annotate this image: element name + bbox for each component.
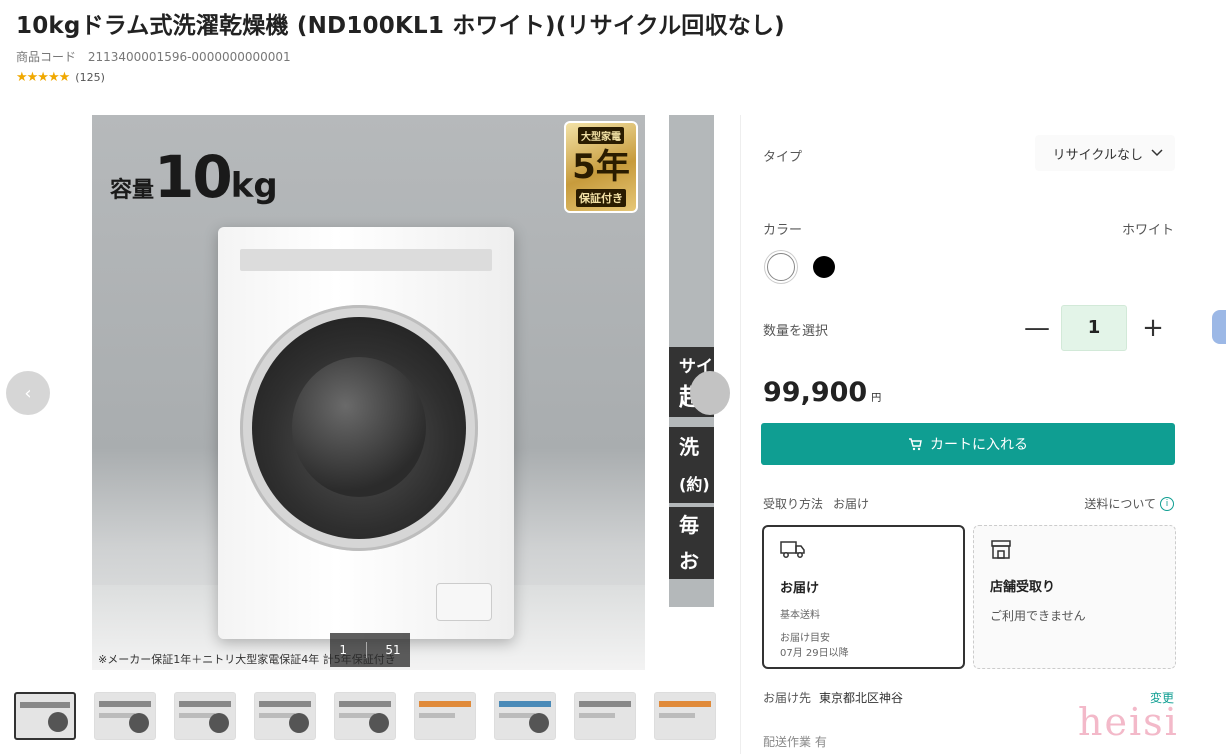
type-label: タイプ (763, 150, 803, 165)
next-product-image-peek[interactable]: サイ 超 洗 (約) 毎回 お (669, 115, 714, 607)
receive-method: 受取り方法 お届け (763, 495, 869, 512)
destination-address: 東京都北区神谷 (819, 691, 904, 705)
color-label: カラー (763, 223, 803, 238)
type-select-value: リサイクルなし (1052, 147, 1143, 163)
thumbnail-7[interactable] (494, 692, 556, 740)
product-code-value: 2113400001596-0000000000001 (87, 50, 291, 64)
thumbnail-strip (14, 692, 716, 740)
thumbnail-1[interactable] (14, 692, 76, 740)
price: 99,900 円 (763, 377, 881, 408)
destination-label: お届け先 (763, 691, 812, 705)
info-icon: i (1160, 496, 1174, 511)
add-to-cart-label: カートに入れる (930, 437, 1028, 453)
quantity-decrease-button[interactable]: — (1019, 305, 1055, 351)
chevron-left-icon: ‹ (24, 382, 32, 404)
color-swatch-black[interactable] (813, 256, 835, 278)
prev-image-button[interactable]: ‹ (6, 371, 50, 415)
quantity-input[interactable]: 1 (1061, 305, 1127, 351)
control-panel (240, 249, 492, 271)
filter-cover (436, 583, 492, 621)
delivery-work-text: 配送作業 有 (763, 735, 827, 749)
store-pickup-status: ご利用できません (990, 609, 1086, 623)
chevron-down-icon (1151, 149, 1163, 157)
drum-glass (292, 357, 426, 497)
thumbnail-4[interactable] (254, 692, 316, 740)
drum-window (252, 317, 466, 539)
type-select[interactable]: リサイクルなし (1035, 135, 1175, 171)
star-rating-icon: ★★★★★ (16, 70, 70, 85)
product-code: 商品コード 2113400001596-0000000000001 (16, 48, 291, 65)
store-icon (990, 538, 1159, 562)
main-product-image[interactable]: 容量10kg 大型家電 5年 保証付き ※メーカー保証1年＋ニトリ大型家電保証4… (92, 115, 645, 670)
delivery-option-title: お届け (780, 581, 820, 596)
capacity-unit: kg (230, 166, 278, 206)
side-text-6: お (669, 543, 714, 579)
shipping-info-label: 送料について (1084, 497, 1156, 511)
side-text-3: 洗 (669, 427, 714, 467)
color-swatch-white[interactable] (767, 253, 795, 281)
product-title: 10kgドラム式洗濯乾燥機 (ND100KL1 ホワイト)(リサイクル回収なし) (16, 13, 785, 39)
thumbnail-8[interactable] (574, 692, 636, 740)
thumbnail-6[interactable] (414, 692, 476, 740)
price-currency: 円 (871, 393, 882, 404)
store-pickup-title: 店舗受取り (990, 580, 1056, 595)
rating[interactable]: ★★★★★ (125) (16, 70, 105, 85)
delivery-option-card[interactable]: お届け 基本送料 お届け目安 07月 29日以降 (762, 525, 965, 669)
warranty-badge: 大型家電 5年 保証付き (564, 121, 638, 213)
counter-divider (365, 642, 367, 658)
watermark-text: heisi (1078, 700, 1179, 744)
delivery-destination: お届け先 東京都北区神谷 (763, 689, 903, 706)
drum-door (240, 305, 478, 551)
purchase-panel: タイプ リサイクルなし カラー ホワイト 数量を選択 — 1 + 99,900 円… (740, 115, 1210, 754)
add-to-cart-button[interactable]: カートに入れる (761, 423, 1175, 465)
quantity-increase-button[interactable]: + (1135, 305, 1171, 351)
cart-icon (909, 437, 922, 450)
washing-machine-illustration (218, 227, 514, 639)
store-pickup-card: 店舗受取り ご利用できません (973, 525, 1176, 669)
thumbnail-3[interactable] (174, 692, 236, 740)
capacity-label: 容量 (110, 178, 155, 203)
delivery-option-eta: お届け目安 07月 29日以降 (780, 631, 947, 661)
delivery-eta-date: 07月 29日以降 (780, 648, 849, 659)
warranty-year: 5年 (572, 146, 630, 187)
image-counter: 1 51 (330, 633, 410, 667)
color-value: ホワイト (1121, 223, 1174, 238)
delivery-eta-label: お届け目安 (780, 633, 830, 644)
truck-icon (780, 539, 947, 563)
shipping-info-link[interactable]: 送料について i (1084, 495, 1174, 512)
thumbnail-5[interactable] (334, 692, 396, 740)
image-gallery: 容量10kg 大型家電 5年 保証付き ※メーカー保証1年＋ニトリ大型家電保証4… (0, 115, 730, 670)
side-scroll-tab[interactable] (1212, 310, 1226, 344)
next-image-button[interactable] (690, 371, 730, 415)
thumbnail-2[interactable] (94, 692, 156, 740)
price-value: 99,900 (763, 377, 868, 408)
receive-method-label: 受取り方法 (763, 497, 824, 511)
delivery-option-fee: 基本送料 (780, 610, 820, 621)
product-code-label: 商品コード (16, 50, 77, 64)
quantity-label: 数量を選択 (763, 324, 829, 339)
capacity-number: 10 (154, 143, 233, 211)
warranty-bottom: 保証付き (576, 189, 626, 207)
receive-method-value: お届け (833, 497, 870, 511)
counter-current: 1 (339, 643, 347, 657)
review-count[interactable]: (125) (75, 71, 105, 84)
side-text-5: 毎回 (669, 507, 714, 573)
thumbnail-9[interactable] (654, 692, 716, 740)
side-text-4: (約) (669, 467, 714, 503)
counter-total: 51 (385, 643, 401, 657)
capacity-text: 容量10kg (110, 143, 278, 211)
warranty-top: 大型家電 (578, 127, 624, 144)
